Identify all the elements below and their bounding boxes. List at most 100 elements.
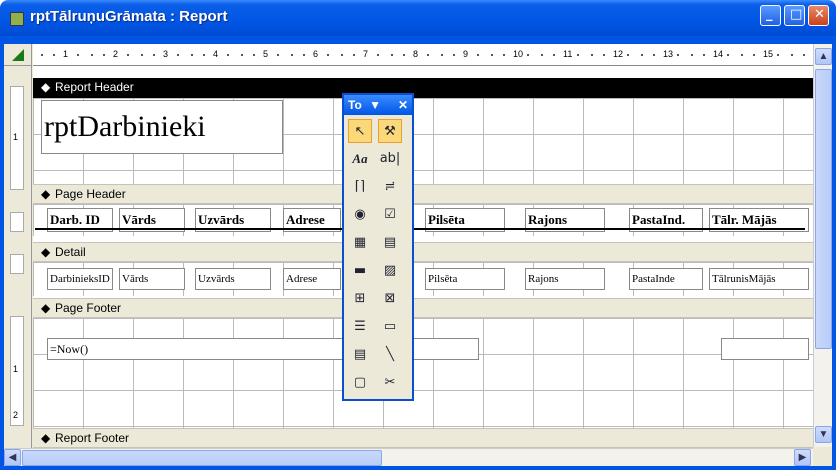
ruler-tick (291, 54, 293, 56)
ruler-tick (541, 54, 543, 56)
toggle-button-icon[interactable]: ≓ (378, 175, 402, 199)
ruler-tick (353, 54, 355, 56)
detail-field[interactable]: TālrunisMājās (709, 268, 809, 290)
ruler-tick (227, 54, 229, 56)
section-label: Page Header (55, 187, 126, 201)
ruler-number: 1 (63, 49, 69, 59)
ruler-tick (277, 54, 279, 56)
ruler-number: 3 (163, 49, 169, 59)
check-box-icon[interactable]: ☑ (378, 203, 402, 227)
tab-control-icon[interactable]: ▭ (378, 315, 402, 339)
close-button[interactable]: ✕ (808, 5, 829, 26)
ruler-tick (703, 54, 705, 56)
section-report-footer[interactable]: ◆ Report Footer (33, 428, 813, 448)
vertical-scroll-thumb[interactable] (815, 69, 832, 349)
horizontal-scroll-thumb[interactable] (22, 450, 382, 466)
bound-object-frame-icon[interactable]: ⊠ (378, 287, 402, 311)
ruler-tick (103, 54, 105, 56)
section-label: Detail (55, 245, 86, 259)
image-icon[interactable]: ▨ (378, 259, 402, 283)
ruler-tick (553, 54, 555, 56)
text-box-tool-icon[interactable]: ab| (378, 147, 402, 171)
page-break-icon[interactable]: ☰ (348, 315, 372, 339)
toolbox-dropdown-icon[interactable]: ▼ (369, 98, 381, 112)
combo-box-icon[interactable]: ▦ (348, 231, 372, 255)
ruler-tick (753, 54, 755, 56)
ruler-tick (253, 54, 255, 56)
resize-grip[interactable] (813, 448, 832, 466)
ruler-tick (777, 54, 779, 56)
ruler-tick (403, 54, 405, 56)
vertical-scrollbar[interactable]: ▲ ▼ (813, 44, 832, 447)
section-detail[interactable]: ◆ Detail (33, 242, 813, 262)
minimize-button[interactable]: _ (760, 5, 781, 26)
section-page-footer[interactable]: ◆ Page Footer (33, 298, 813, 318)
scroll-up-button[interactable]: ▲ (815, 48, 832, 65)
scroll-left-button[interactable]: ◀ (4, 449, 21, 466)
unbound-object-frame-icon[interactable]: ⊞ (348, 287, 372, 311)
ruler-number: 14 (713, 49, 724, 59)
subform-icon[interactable]: ▤ (348, 343, 372, 367)
control-wizards-icon[interactable]: ⚒ (378, 119, 402, 143)
ruler-number: 2 (13, 410, 19, 420)
detail-field[interactable]: DarbinieksID (47, 268, 113, 290)
ruler-tick (527, 54, 529, 56)
detail-field[interactable]: PastaInde (629, 268, 703, 290)
header-separator-line[interactable] (35, 228, 805, 230)
detail-field[interactable]: Adrese (283, 268, 341, 290)
ruler-tick (153, 54, 155, 56)
ruler-tick (53, 54, 55, 56)
ruler-tick (303, 54, 305, 56)
horizontal-scrollbar[interactable]: ◀ ▶ (4, 448, 813, 466)
ruler-tick (641, 54, 643, 56)
date-field[interactable]: =Now() (47, 338, 479, 360)
ruler-tick (127, 54, 129, 56)
section-marker-icon: ◆ (41, 80, 51, 94)
line-tool-icon[interactable]: ╲ (378, 343, 402, 367)
detail-field[interactable]: Vārds (119, 268, 185, 290)
ruler-tick (591, 54, 593, 56)
detail-field[interactable]: Rajons (525, 268, 605, 290)
label-tool-icon[interactable]: Aa (348, 147, 372, 171)
detail-field[interactable]: Pilsēta (425, 268, 505, 290)
option-group-icon[interactable]: ⌈⌉ (348, 175, 372, 199)
ruler-tick (791, 54, 793, 56)
option-button-icon[interactable]: ◉ (348, 203, 372, 227)
ruler-segment (10, 212, 24, 232)
scroll-right-button[interactable]: ▶ (794, 449, 811, 466)
ruler-number: 1 (13, 364, 19, 374)
report-title-label[interactable]: rptDarbinieki (41, 100, 283, 154)
horizontal-ruler[interactable]: 1 2 3 4 5 6 7 8 9 10 11 12 13 14 15 (33, 44, 813, 66)
report-design-surface[interactable]: ◆ Report Header rptDarbinieki ◆ Page Hea… (33, 66, 813, 448)
ruler-tick (491, 54, 493, 56)
page-footer-grid[interactable] (33, 318, 813, 428)
more-controls-icon[interactable]: ✂ (378, 371, 402, 395)
section-report-header[interactable]: ◆ Report Header (33, 78, 813, 98)
ruler-number: 4 (213, 49, 219, 59)
toolbox-title: To (348, 98, 362, 112)
ruler-tick (91, 54, 93, 56)
section-marker-icon: ◆ (41, 245, 51, 259)
ruler-number: 10 (513, 49, 524, 59)
ruler-tick (741, 54, 743, 56)
list-box-icon[interactable]: ▤ (378, 231, 402, 255)
rectangle-tool-icon[interactable]: ▢ (348, 371, 372, 395)
ruler-number: 2 (113, 49, 119, 59)
command-button-icon[interactable]: ▬ (348, 259, 372, 283)
maximize-button[interactable]: □ (784, 5, 805, 26)
toolbox-window[interactable]: To ▼ ✕ ↖ ⚒ Aa ab| ⌈⌉ ≓ ◉ ☑ ▦ ▤ ▬ ▨ ⊞ ⊠ ☰… (342, 93, 414, 401)
ruler-tick (653, 54, 655, 56)
detail-field[interactable]: Uzvārds (195, 268, 271, 290)
section-page-header[interactable]: ◆ Page Header (33, 184, 813, 204)
page-number-field[interactable] (721, 338, 809, 360)
toolbox-close-icon[interactable]: ✕ (398, 95, 408, 115)
ruler-number: 1 (13, 132, 19, 142)
ruler-tick (141, 54, 143, 56)
scroll-down-button[interactable]: ▼ (815, 426, 832, 443)
report-selector-icon[interactable] (12, 49, 24, 61)
toolbox-title-bar[interactable]: To ▼ ✕ (344, 95, 412, 115)
ruler-number: 7 (363, 49, 369, 59)
select-objects-icon[interactable]: ↖ (348, 119, 372, 143)
vertical-ruler[interactable]: 1 1 2 (4, 66, 32, 448)
ruler-tick (727, 54, 729, 56)
